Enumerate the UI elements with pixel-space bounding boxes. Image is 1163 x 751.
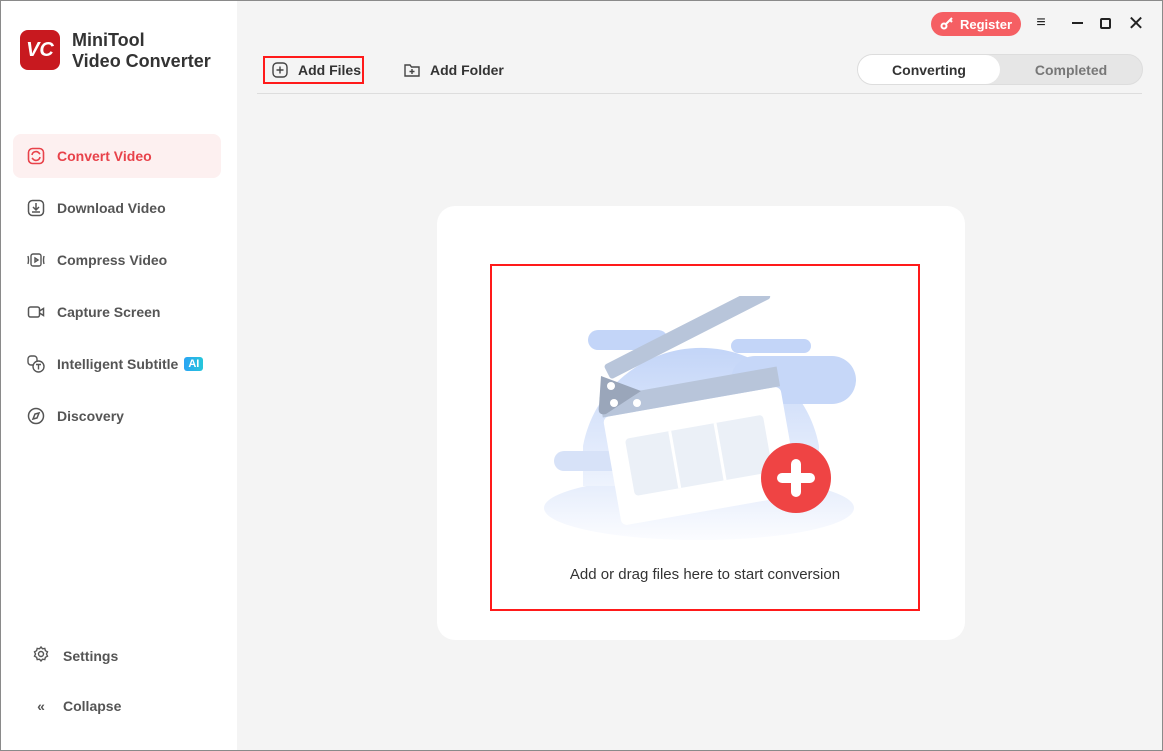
logo-text: VC bbox=[26, 39, 54, 62]
tab-completed[interactable]: Completed bbox=[1000, 55, 1142, 84]
status-tabs: Converting Completed bbox=[857, 54, 1143, 85]
convert-icon bbox=[27, 147, 45, 165]
collapse-button[interactable]: « Collapse bbox=[33, 698, 121, 714]
close-icon[interactable]: ✕ bbox=[1126, 13, 1146, 33]
sidebar-item-convert-video[interactable]: Convert Video bbox=[13, 134, 221, 178]
settings-button[interactable]: Settings bbox=[33, 646, 118, 665]
subtitle-icon bbox=[27, 355, 45, 373]
main-panel: Register ≡ ✕ Add Files Add Folder Conver… bbox=[237, 1, 1162, 751]
download-icon bbox=[27, 199, 45, 217]
tab-converting[interactable]: Converting bbox=[858, 55, 1000, 84]
sidebar-item-capture-screen[interactable]: Capture Screen bbox=[13, 290, 221, 334]
maximize-icon[interactable] bbox=[1095, 13, 1115, 33]
sidebar-item-label: Capture Screen bbox=[57, 304, 160, 320]
sidebar-item-intelligent-subtitle[interactable]: Intelligent Subtitle AI bbox=[13, 342, 221, 386]
drop-card: Add or drag files here to start conversi… bbox=[437, 206, 965, 640]
compass-icon bbox=[27, 407, 45, 425]
key-icon bbox=[940, 16, 954, 33]
sidebar-item-label: Convert Video bbox=[57, 148, 152, 164]
sidebar-item-compress-video[interactable]: Compress Video bbox=[13, 238, 221, 282]
camera-icon bbox=[27, 303, 45, 321]
add-folder-button[interactable]: Add Folder bbox=[404, 56, 504, 84]
add-folder-label: Add Folder bbox=[430, 62, 504, 78]
minimize-icon[interactable] bbox=[1067, 13, 1087, 33]
folder-plus-icon bbox=[404, 62, 420, 78]
app-title: MiniToolVideo Converter bbox=[72, 30, 211, 72]
sidebar-item-label: Discovery bbox=[57, 408, 124, 424]
collapse-label: Collapse bbox=[63, 698, 121, 714]
register-button[interactable]: Register bbox=[931, 12, 1021, 36]
app-title-line1: MiniTool bbox=[72, 30, 211, 51]
drop-zone-text: Add or drag files here to start conversi… bbox=[492, 566, 918, 583]
app-logo: VC bbox=[20, 30, 60, 70]
sidebar-item-label: Compress Video bbox=[57, 252, 167, 268]
chevron-double-left-icon: « bbox=[33, 698, 49, 714]
gear-icon bbox=[33, 646, 49, 665]
app-title-line2: Video Converter bbox=[72, 51, 211, 72]
settings-label: Settings bbox=[63, 648, 118, 664]
register-label: Register bbox=[960, 17, 1012, 32]
sidebar: VC MiniToolVideo Converter Convert Video… bbox=[1, 1, 237, 751]
clapperboard-illustration bbox=[541, 296, 861, 546]
add-files-button[interactable]: Add Files bbox=[263, 56, 364, 84]
plus-square-icon bbox=[272, 62, 288, 78]
compress-icon bbox=[27, 251, 45, 269]
sidebar-item-download-video[interactable]: Download Video bbox=[13, 186, 221, 230]
app-window: VC MiniToolVideo Converter Convert Video… bbox=[0, 0, 1163, 751]
menu-icon[interactable]: ≡ bbox=[1031, 13, 1051, 33]
add-files-label: Add Files bbox=[298, 62, 361, 78]
drop-zone[interactable]: Add or drag files here to start conversi… bbox=[490, 264, 920, 611]
toolbar-divider bbox=[257, 93, 1142, 94]
ai-badge: AI bbox=[184, 357, 203, 371]
sidebar-item-label: Download Video bbox=[57, 200, 166, 216]
sidebar-item-discovery[interactable]: Discovery bbox=[13, 394, 221, 438]
sidebar-item-label: Intelligent Subtitle bbox=[57, 356, 178, 372]
